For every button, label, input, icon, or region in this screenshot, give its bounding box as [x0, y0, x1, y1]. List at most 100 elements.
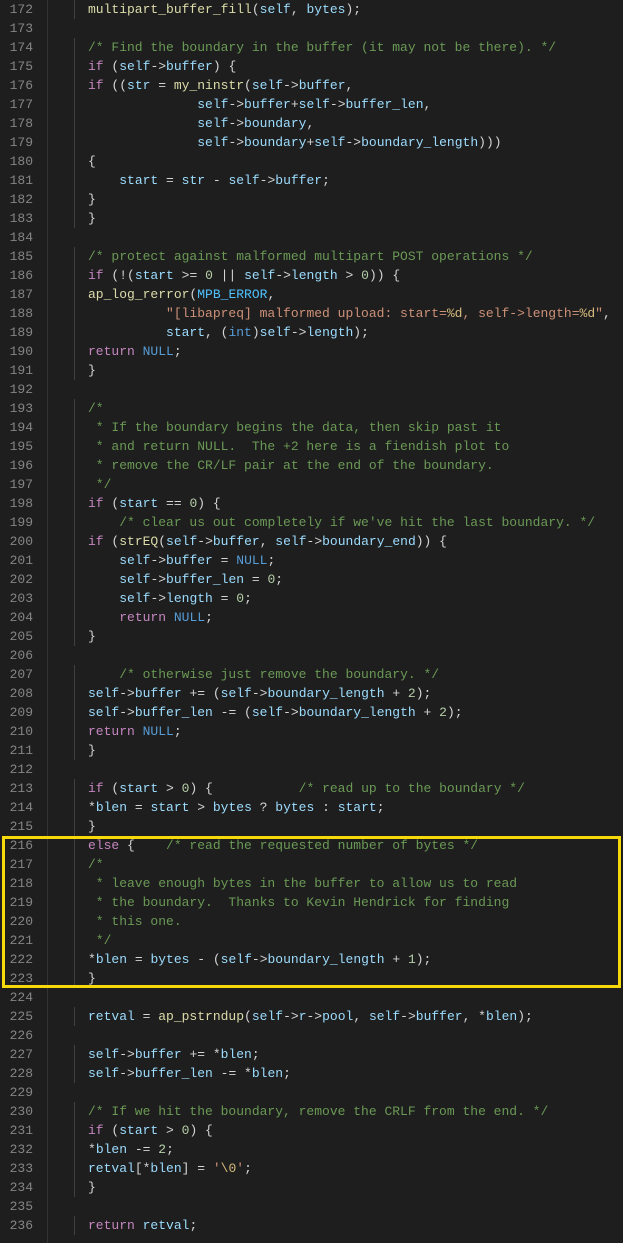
code-line[interactable]: * remove the CR/LF pair at the end of th…	[60, 456, 623, 475]
line-number: 210	[8, 722, 33, 741]
code-line[interactable]: *blen = bytes - (self->boundary_length +…	[60, 950, 623, 969]
code-line[interactable]: }	[60, 1178, 623, 1197]
code-line[interactable]: /* protect against malformed multipart P…	[60, 247, 623, 266]
code-line[interactable]: }	[60, 741, 623, 760]
indent-guide	[74, 722, 75, 741]
code-line[interactable]: }	[60, 627, 623, 646]
line-number: 186	[8, 266, 33, 285]
code-line[interactable]: self->buffer += *blen;	[60, 1045, 623, 1064]
indent-guide	[74, 133, 75, 152]
code-line[interactable]: */	[60, 475, 623, 494]
line-number: 194	[8, 418, 33, 437]
line-number: 220	[8, 912, 33, 931]
code-line[interactable]: else { /* read the requested number of b…	[60, 836, 623, 855]
code-line[interactable]: if (strEQ(self->buffer, self->boundary_e…	[60, 532, 623, 551]
code-line[interactable]	[60, 380, 623, 399]
indent-guide	[74, 703, 75, 722]
line-number: 224	[8, 988, 33, 1007]
code-line[interactable]: "[libapreq] malformed upload: start=%d, …	[60, 304, 623, 323]
code-line[interactable]: if (start == 0) {	[60, 494, 623, 513]
code-line[interactable]: return NULL;	[60, 722, 623, 741]
code-text: }	[88, 743, 96, 758]
code-line[interactable]: *blen = start > bytes ? bytes : start;	[60, 798, 623, 817]
code-line[interactable]: * leave enough bytes in the buffer to al…	[60, 874, 623, 893]
indent-guide	[74, 912, 75, 931]
code-text: * leave enough bytes in the buffer to al…	[88, 876, 517, 891]
line-number: 221	[8, 931, 33, 950]
indent-guide	[74, 931, 75, 950]
code-line[interactable]: * and return NULL. The +2 here is a fien…	[60, 437, 623, 456]
code-line[interactable]: return NULL;	[60, 342, 623, 361]
code-text: if (start > 0) {	[88, 1123, 213, 1138]
code-line[interactable]	[60, 646, 623, 665]
code-line[interactable]: /* If we hit the boundary, remove the CR…	[60, 1102, 623, 1121]
code-line[interactable]: retval[*blen] = '\0';	[60, 1159, 623, 1178]
code-line[interactable]: * If the boundary begins the data, then …	[60, 418, 623, 437]
code-line[interactable]: return NULL;	[60, 608, 623, 627]
code-line[interactable]: self->boundary+self->boundary_length)))	[60, 133, 623, 152]
indent-guide	[74, 209, 75, 228]
line-number: 207	[8, 665, 33, 684]
code-line[interactable]: }	[60, 209, 623, 228]
code-line[interactable]: ap_log_rerror(MPB_ERROR,	[60, 285, 623, 304]
code-text: * remove the CR/LF pair at the end of th…	[88, 458, 494, 473]
code-line[interactable]: {	[60, 152, 623, 171]
code-line[interactable]: start, (int)self->length);	[60, 323, 623, 342]
code-line[interactable]	[60, 1197, 623, 1216]
code-line[interactable]: if (start > 0) {	[60, 1121, 623, 1140]
indent-guide	[74, 76, 75, 95]
code-text: self->buffer += *blen;	[88, 1047, 260, 1062]
code-line[interactable]: }	[60, 817, 623, 836]
line-number: 232	[8, 1140, 33, 1159]
code-line[interactable]: }	[60, 969, 623, 988]
code-line[interactable]: self->buffer = NULL;	[60, 551, 623, 570]
code-line[interactable]: self->buffer_len -= (self->boundary_leng…	[60, 703, 623, 722]
code-line[interactable]	[60, 228, 623, 247]
code-line[interactable]: if (self->buffer) {	[60, 57, 623, 76]
code-line[interactable]	[60, 988, 623, 1007]
code-line[interactable]: /* clear us out completely if we've hit …	[60, 513, 623, 532]
code-text: if (!(start >= 0 || self->length > 0)) {	[88, 268, 400, 283]
code-line[interactable]	[60, 19, 623, 38]
code-line[interactable]: self->buffer += (self->boundary_length +…	[60, 684, 623, 703]
code-line[interactable]: if (!(start >= 0 || self->length > 0)) {	[60, 266, 623, 285]
line-number: 218	[8, 874, 33, 893]
code-text: * If the boundary begins the data, then …	[88, 420, 501, 435]
code-line[interactable]	[60, 1083, 623, 1102]
code-text: else { /* read the requested number of b…	[88, 838, 478, 853]
code-line[interactable]: /* otherwise just remove the boundary. *…	[60, 665, 623, 684]
code-line[interactable]: self->buffer_len = 0;	[60, 570, 623, 589]
indent-guide	[74, 266, 75, 285]
code-line[interactable]: self->length = 0;	[60, 589, 623, 608]
code-line[interactable]: self->buffer_len -= *blen;	[60, 1064, 623, 1083]
code-line[interactable]: self->boundary,	[60, 114, 623, 133]
indent-guide	[74, 285, 75, 304]
code-line[interactable]: }	[60, 361, 623, 380]
code-area[interactable]: multipart_buffer_fill(self, bytes); /* Fi…	[48, 0, 623, 1243]
code-line[interactable]: start = str - self->buffer;	[60, 171, 623, 190]
indent-guide	[74, 684, 75, 703]
code-line[interactable]: return retval;	[60, 1216, 623, 1235]
code-line[interactable]: * this one.	[60, 912, 623, 931]
code-line[interactable]	[60, 1026, 623, 1045]
code-line[interactable]: */	[60, 931, 623, 950]
line-number: 201	[8, 551, 33, 570]
code-editor[interactable]: 1721731741751761771781791801811821831841…	[0, 0, 623, 1243]
code-line[interactable]: if (start > 0) { /* read up to the bound…	[60, 779, 623, 798]
line-number: 202	[8, 570, 33, 589]
code-line[interactable]: if ((str = my_ninstr(self->buffer,	[60, 76, 623, 95]
line-number: 225	[8, 1007, 33, 1026]
code-text: start = str - self->buffer;	[88, 173, 330, 188]
code-line[interactable]: * the boundary. Thanks to Kevin Hendrick…	[60, 893, 623, 912]
code-line[interactable]: /*	[60, 855, 623, 874]
code-line[interactable]: retval = ap_pstrndup(self->r->pool, self…	[60, 1007, 623, 1026]
code-line[interactable]: multipart_buffer_fill(self, bytes);	[60, 0, 623, 19]
code-line[interactable]: /* Find the boundary in the buffer (it m…	[60, 38, 623, 57]
code-line[interactable]	[60, 760, 623, 779]
code-line[interactable]: *blen -= 2;	[60, 1140, 623, 1159]
code-line[interactable]: /*	[60, 399, 623, 418]
indent-guide	[74, 361, 75, 380]
code-line[interactable]: self->buffer+self->buffer_len,	[60, 95, 623, 114]
code-text: return NULL;	[88, 344, 182, 359]
code-line[interactable]: }	[60, 190, 623, 209]
